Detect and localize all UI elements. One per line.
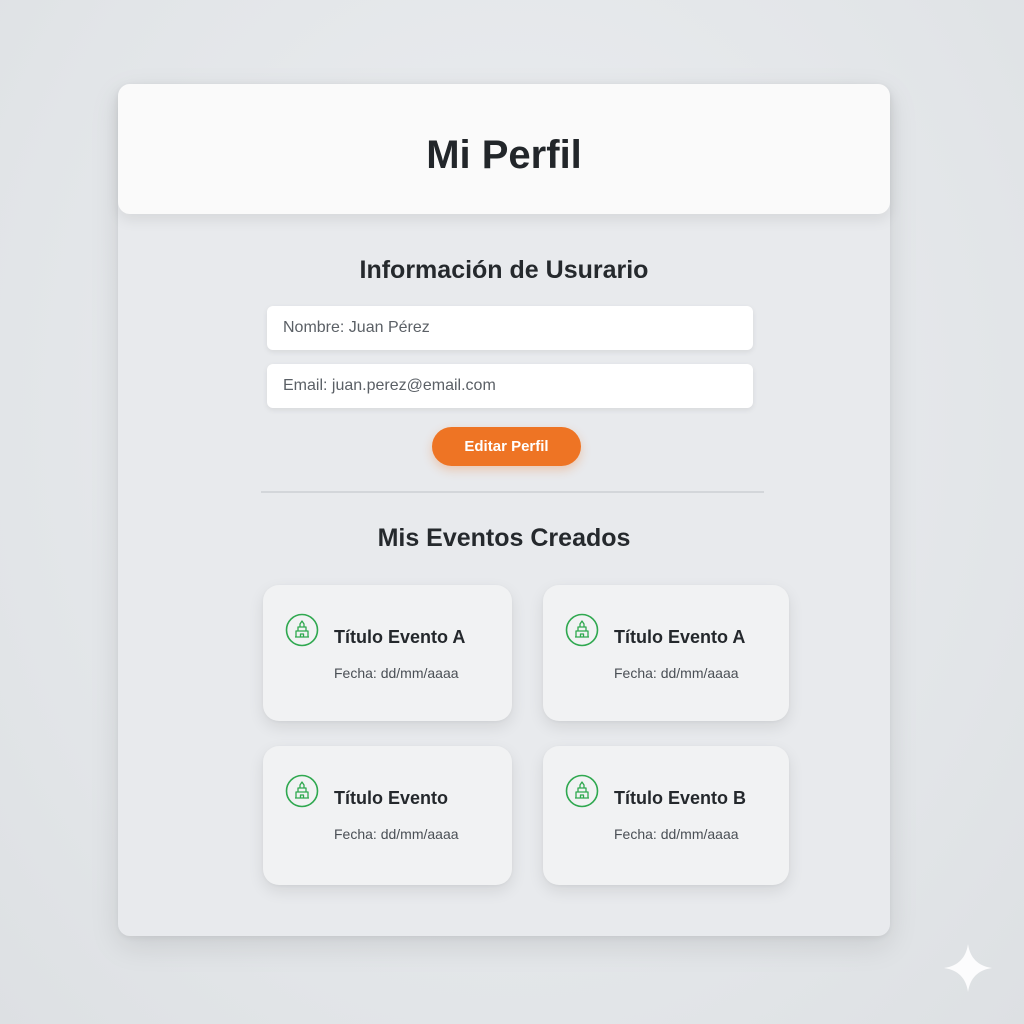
event-card[interactable]: Título Evento B Fecha: dd/mm/aaaa	[543, 746, 789, 885]
page-title: Mi Perfil	[426, 132, 582, 177]
edit-profile-button[interactable]: Editar Perfil	[432, 427, 581, 466]
event-card[interactable]: Título Evento A Fecha: dd/mm/aaaa	[263, 585, 512, 721]
event-venue-icon	[565, 613, 599, 647]
event-date: Fecha: dd/mm/aaaa	[614, 826, 739, 842]
event-venue-icon	[285, 774, 319, 808]
page: Mi Perfil Información de Usurario Editar…	[0, 0, 1024, 1024]
event-title: Título Evento A	[334, 627, 466, 647]
event-card[interactable]: Título Evento A Fecha: dd/mm/aaaa	[543, 585, 789, 721]
event-title: Título Evento	[334, 788, 448, 808]
name-field[interactable]	[267, 306, 753, 350]
events-title: Mis Eventos Creados	[377, 524, 631, 552]
sparkle-icon	[944, 944, 992, 992]
event-date: Fecha: dd/mm/aaaa	[614, 665, 739, 681]
profile-card: Mi Perfil Información de Usurario Editar…	[118, 84, 890, 936]
user-info-title: Información de Usurario	[359, 256, 649, 284]
event-card[interactable]: Título Evento Fecha: dd/mm/aaaa	[263, 746, 512, 885]
event-venue-icon	[285, 613, 319, 647]
section-divider	[261, 491, 764, 493]
event-title: Título Evento B	[614, 788, 746, 808]
email-field[interactable]	[267, 364, 753, 408]
event-date: Fecha: dd/mm/aaaa	[334, 665, 459, 681]
event-date: Fecha: dd/mm/aaaa	[334, 826, 459, 842]
profile-header: Mi Perfil	[118, 84, 890, 214]
event-title: Título Evento A	[614, 627, 746, 647]
event-venue-icon	[565, 774, 599, 808]
